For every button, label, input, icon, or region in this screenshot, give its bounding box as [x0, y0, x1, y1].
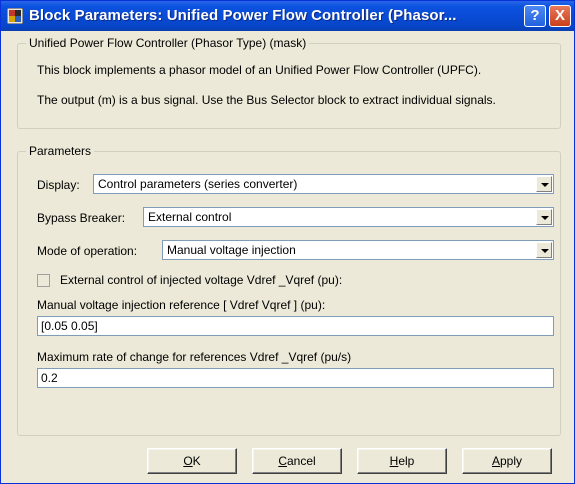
- cancel-button[interactable]: Cancel: [252, 448, 342, 474]
- display-dropdown[interactable]: Control parameters (series converter): [93, 174, 554, 194]
- help-button[interactable]: Help: [357, 448, 447, 474]
- help-title-button[interactable]: ?: [524, 5, 546, 27]
- parameters-group: Parameters Display: Control parameters (…: [17, 144, 561, 436]
- help-label-rest: elp: [398, 454, 415, 468]
- window-title: Block Parameters: Unified Power Flow Con…: [29, 7, 457, 24]
- max-rate-input[interactable]: 0.2: [37, 368, 554, 388]
- chevron-down-icon[interactable]: [536, 209, 552, 225]
- mode-of-operation-dropdown[interactable]: Manual voltage injection: [162, 240, 554, 260]
- apply-button[interactable]: Apply: [462, 448, 552, 474]
- close-button[interactable]: X: [549, 5, 571, 27]
- max-rate-value: 0.2: [41, 371, 58, 385]
- mode-of-operation-label: Mode of operation:: [37, 244, 138, 258]
- title-bar[interactable]: Block Parameters: Unified Power Flow Con…: [1, 1, 574, 31]
- manual-reference-label: Manual voltage injection reference [ Vdr…: [37, 298, 326, 312]
- block-parameters-dialog: Block Parameters: Unified Power Flow Con…: [0, 0, 575, 484]
- parameters-legend: Parameters: [26, 144, 95, 158]
- mask-legend: Unified Power Flow Controller (Phasor Ty…: [26, 36, 310, 50]
- bypass-breaker-label: Bypass Breaker:: [37, 211, 126, 225]
- description-line-2: The output (m) is a bus signal. Use the …: [37, 93, 496, 107]
- manual-reference-input[interactable]: [0.05 0.05]: [37, 316, 554, 336]
- description-line-1: This block implements a phasor model of …: [37, 63, 482, 77]
- apply-accelerator: A: [491, 454, 500, 468]
- bypass-breaker-dropdown[interactable]: External control: [143, 207, 554, 227]
- external-control-checkbox[interactable]: [37, 274, 50, 287]
- chevron-down-icon[interactable]: [536, 176, 552, 192]
- cancel-accelerator: C: [278, 454, 287, 468]
- mode-of-operation-value: Manual voltage injection: [167, 243, 296, 257]
- external-control-label: External control of injected voltage Vdr…: [60, 273, 343, 287]
- apply-label-rest: pply: [500, 454, 523, 468]
- display-label: Display:: [37, 178, 80, 192]
- chevron-down-icon[interactable]: [536, 242, 552, 258]
- ok-button[interactable]: OK: [147, 448, 237, 474]
- ok-accelerator: O: [183, 454, 193, 468]
- mask-description-group: Unified Power Flow Controller (Phasor Ty…: [17, 36, 561, 129]
- cancel-label-rest: ancel: [286, 454, 316, 468]
- manual-reference-value: [0.05 0.05]: [41, 319, 98, 333]
- max-rate-label: Maximum rate of change for references Vd…: [37, 350, 352, 364]
- ok-label-rest: K: [192, 454, 201, 468]
- bypass-breaker-value: External control: [148, 210, 232, 224]
- display-value: Control parameters (series converter): [98, 177, 298, 191]
- simulink-block-icon: [7, 8, 23, 24]
